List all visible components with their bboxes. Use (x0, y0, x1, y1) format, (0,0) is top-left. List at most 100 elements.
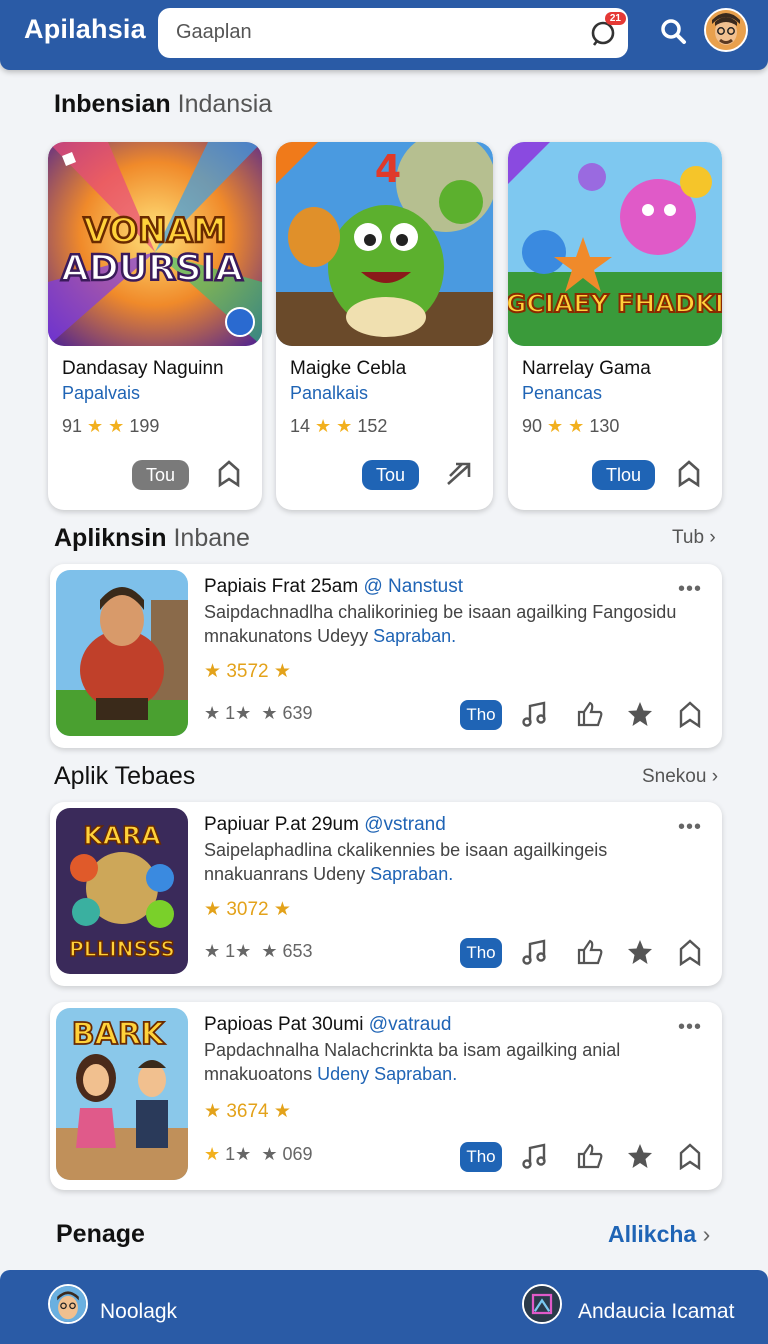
profile-avatar[interactable] (704, 8, 748, 52)
bookmark-button[interactable] (674, 458, 704, 488)
meta-row: ★ 1★ ★ 653 (204, 941, 313, 962)
featured-subtitle: Indansia (177, 90, 273, 118)
developer-link[interactable]: Papalvais (62, 383, 140, 404)
share-button[interactable] (444, 458, 474, 488)
get-button[interactable]: Tou (132, 460, 190, 490)
bookmark-icon (678, 460, 700, 488)
rating-left: 90 (522, 416, 543, 436)
developer-link[interactable]: Panalkais (290, 383, 368, 404)
bookmark-icon[interactable] (676, 700, 704, 728)
bottom-see-more-link[interactable]: Allikcha › (608, 1221, 710, 1248)
star-icon: ★ (261, 1144, 278, 1164)
bookmark-icon[interactable] (676, 938, 704, 966)
art-number: 4 (375, 147, 401, 191)
get-button[interactable]: Tlou (592, 460, 656, 490)
star-icon[interactable] (626, 938, 654, 966)
more-icon[interactable]: ••• (678, 1016, 702, 1039)
get-button[interactable]: Tho (460, 700, 502, 730)
see-more-link[interactable]: Tub › (672, 527, 716, 549)
rating-left: 14 (290, 416, 311, 436)
app-description: Papdachnalha Nalachcrinkta ba isam agail… (204, 1038, 704, 1086)
section-title-sub: Inbane (173, 524, 250, 552)
app-handle[interactable]: @vstrand (364, 814, 446, 835)
app-thumbnail: BARK (56, 1008, 188, 1180)
search-button[interactable] (656, 14, 692, 50)
featured-card[interactable]: VONAM ADURSIA Dandasay Naguinn Papalvais… (48, 142, 262, 510)
featured-card[interactable]: 4 Maigke Cebla Panalkais 14 ★ ★ 152 Tou (276, 142, 493, 510)
score-value: 3572 (226, 661, 269, 682)
get-button[interactable]: Tho (460, 938, 502, 968)
star-icon: ★ (235, 941, 252, 961)
art-title-line1: VONAM (83, 211, 226, 251)
bookmark-button[interactable] (214, 458, 244, 488)
see-more-label: Snekou (642, 766, 707, 787)
rating-right: 130 (589, 416, 620, 436)
search-input[interactable] (174, 20, 578, 45)
app-list-card[interactable]: BARK Papioas Pat 30umi @vatraud ••• Papd… (50, 1002, 722, 1190)
desc-link[interactable]: Udeny Sapraban. (317, 1064, 457, 1084)
featured-section-title: Inbensian Indansia (54, 90, 272, 119)
see-more-link[interactable]: Snekou › (642, 766, 718, 788)
rating-row: 91 ★ ★ 199 (62, 416, 159, 437)
game-name: Maigke Cebla (290, 358, 407, 379)
bottom-left-label[interactable]: Noolagk (100, 1300, 177, 1324)
bottom-right-label[interactable]: Andaucia Icamat (578, 1300, 734, 1324)
star-icon[interactable] (626, 1142, 654, 1170)
top-app-bar: Apilahsia 21 (0, 0, 768, 70)
share-icon (447, 462, 471, 485)
avatar-face-icon (50, 1286, 86, 1322)
rating-right: 152 (357, 416, 388, 436)
thumbs-up-icon[interactable] (576, 1142, 604, 1170)
more-icon[interactable]: ••• (678, 816, 702, 839)
get-button[interactable]: Tou (362, 460, 420, 490)
featured-card[interactable]: GCIAEY FHADKI Narrelay Gama Penancas 90 … (508, 142, 722, 510)
app-description: Saipelaphadlina ckalikennies be isaan ag… (204, 838, 704, 886)
app-handle[interactable]: @ Nanstust (363, 576, 463, 597)
game-name: Dandasay Naguinn (62, 358, 224, 379)
music-icon[interactable] (520, 1142, 548, 1170)
rating-row: 90 ★ ★ 130 (522, 416, 619, 437)
desc-line2: nnakuanrans Udeny (204, 864, 366, 884)
bottom-link-label: Allikcha (608, 1221, 697, 1247)
star-icon: ★ (204, 661, 222, 682)
star-icon: ★ ★ (87, 416, 125, 436)
star-icon: ★ (261, 941, 278, 961)
app-list-card[interactable]: Papiais Frat 25am @ Nanstust ••• Saipdac… (50, 564, 722, 748)
thumbs-up-icon[interactable] (576, 700, 604, 728)
app-description: Saipdachnadlha chalikorinieg be isaan ag… (204, 600, 704, 648)
music-icon[interactable] (520, 700, 548, 728)
developer-link[interactable]: Penancas (522, 383, 602, 404)
desc-line1: Papdachnalha Nalachcrinkta ba isam agail… (204, 1040, 621, 1060)
more-icon[interactable]: ••• (678, 578, 702, 601)
star-icon: ★ ★ (315, 416, 353, 436)
app-thumbnail: KARA PLLINSSS (56, 808, 188, 974)
score-row: ★ 3572 ★ (204, 660, 291, 683)
app-avatar[interactable] (522, 1284, 562, 1324)
user-avatar[interactable] (48, 1284, 88, 1324)
bookmark-icon[interactable] (676, 1142, 704, 1170)
art-title: BARK (72, 1017, 166, 1052)
search-box[interactable]: 21 (158, 8, 628, 58)
search-icon (661, 19, 686, 44)
star-icon: ★ (204, 703, 221, 723)
desc-line1: Saipdachnadlha chalikorinieg be isaan ag… (204, 602, 677, 622)
app-title: Apilahsia (24, 14, 146, 44)
thumbs-up-icon[interactable] (576, 938, 604, 966)
get-button[interactable]: Tho (460, 1142, 502, 1172)
star-icon[interactable] (626, 700, 654, 728)
app-handle[interactable]: @vatraud (369, 1014, 452, 1035)
meta-left: 1 (225, 1144, 236, 1164)
desc-link[interactable]: Sapraban. (370, 864, 453, 884)
app-list-card[interactable]: KARA PLLINSSS Papiuar P.at 29um @vstrand… (50, 802, 722, 986)
rating-row: 14 ★ ★ 152 (290, 416, 387, 437)
art-title-top: KARA (83, 821, 161, 850)
music-icon[interactable] (520, 938, 548, 966)
mic-button[interactable]: 21 (588, 12, 626, 48)
bookmark-icon (218, 460, 240, 488)
chevron-right-icon: › (702, 1221, 711, 1247)
star-icon: ★ (204, 941, 221, 961)
score-row: ★ 3072 ★ (204, 898, 291, 921)
app-logo-icon (524, 1286, 560, 1322)
desc-link[interactable]: Sapraban. (373, 626, 456, 646)
chevron-right-icon: › (709, 527, 716, 548)
